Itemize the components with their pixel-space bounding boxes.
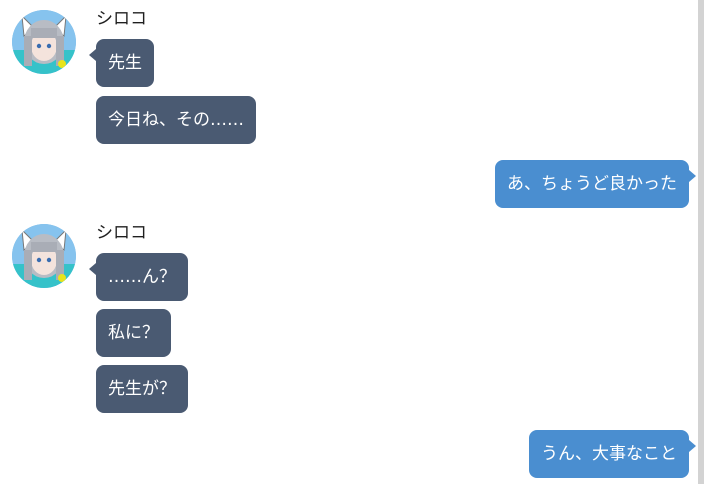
reply-bubble[interactable]: あ、ちょうど良かった [495,160,696,208]
sender-name: シロコ [96,9,147,29]
shiroko-avatar-icon[interactable] [12,10,76,74]
reply-bubble[interactable]: うん、大事なこと [529,430,696,478]
message-bubble: 私に？ [96,309,171,357]
message-bubble: 先生 [89,39,154,87]
message-bubble: ……ん？ [89,253,188,301]
chat-log: シロコ 先生 今日ね、その…… あ、ちょうど良かった シロコ ……ん？ 私に？ … [0,0,698,484]
shiroko-avatar-icon[interactable] [12,224,76,288]
sender-name: シロコ [96,223,147,243]
message-bubble: 今日ね、その…… [96,96,256,144]
message-bubble: 先生が？ [96,365,188,413]
scrollbar[interactable] [698,0,704,484]
